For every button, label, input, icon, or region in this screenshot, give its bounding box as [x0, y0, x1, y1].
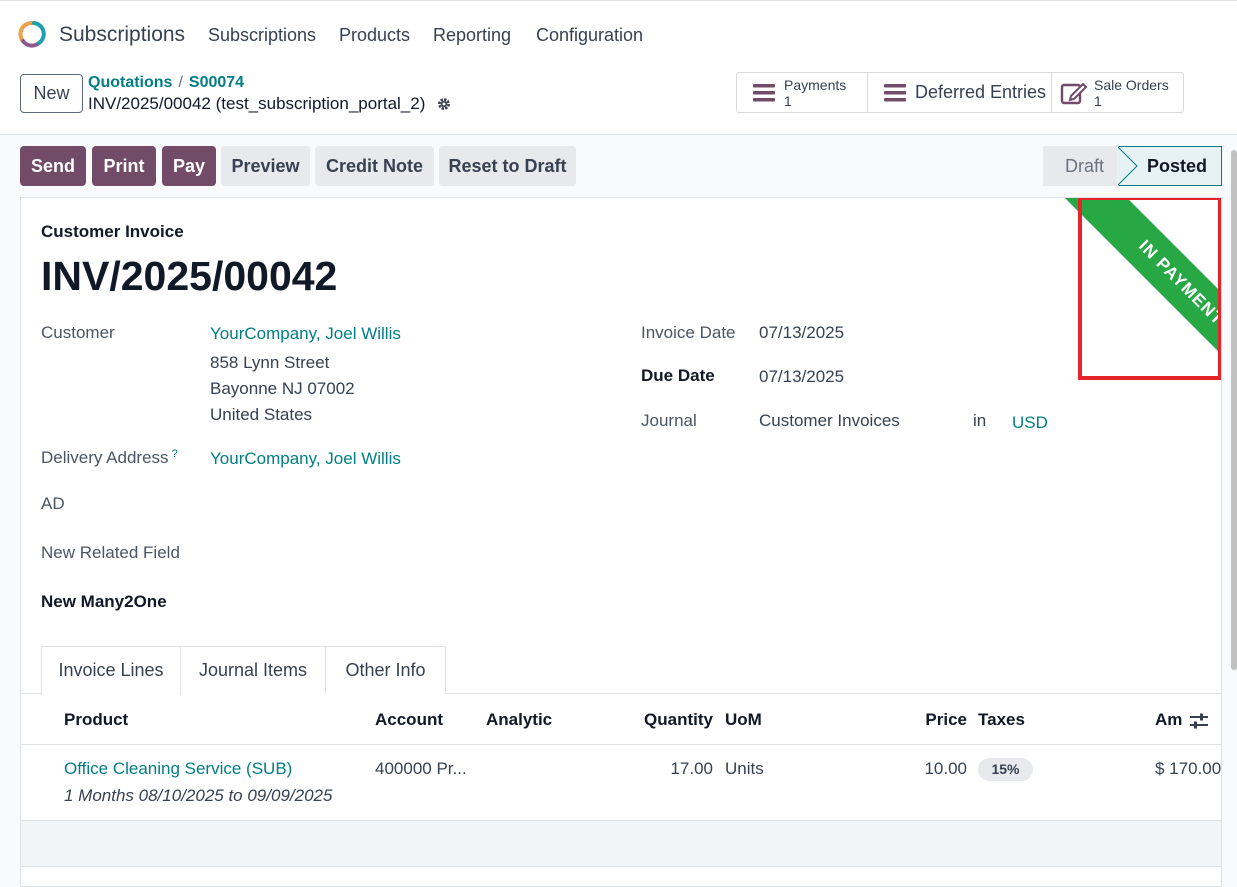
customer-street: 858 Lynn Street	[210, 353, 330, 372]
preview-button[interactable]: Preview	[221, 146, 310, 186]
invoice-date-value[interactable]: 07/13/2025	[759, 323, 844, 343]
due-date-value[interactable]: 07/13/2025	[759, 367, 844, 387]
scrollbar-thumb[interactable]	[1231, 150, 1237, 670]
delivery-address-link[interactable]: YourCompany, Joel Willis	[210, 449, 401, 469]
gear-icon[interactable]	[436, 96, 452, 112]
smart-buttons: Payments 1 Deferred Entries Sale Orders …	[736, 72, 1184, 113]
customer-country: United States	[210, 405, 313, 424]
line-description: 1 Months 08/10/2025 to 09/09/2025	[64, 786, 333, 805]
menu-configuration[interactable]: Configuration	[536, 25, 643, 46]
column-account[interactable]: Account	[375, 710, 443, 730]
tab-invoice-lines[interactable]: Invoice Lines	[41, 646, 181, 695]
currency-link[interactable]: USD	[1012, 413, 1048, 433]
edit-document-icon	[1060, 82, 1088, 105]
payments-count: 1	[784, 93, 792, 109]
table-footer-divider	[21, 866, 1221, 867]
column-amount[interactable]: Am	[1155, 710, 1182, 730]
help-tooltip-icon[interactable]: ?	[172, 448, 178, 460]
customer-link[interactable]: YourCompany, Joel Willis	[210, 324, 401, 344]
deferred-entries-label: Deferred Entries	[915, 82, 1047, 102]
menu-reporting[interactable]: Reporting	[433, 25, 511, 46]
print-button[interactable]: Print	[92, 146, 156, 186]
list-icon	[753, 84, 775, 102]
deferred-entries-smart-button[interactable]: Deferred Entries	[868, 73, 1052, 112]
column-uom[interactable]: UoM	[725, 710, 762, 730]
column-analytic[interactable]: Analytic	[486, 710, 552, 730]
status-bar: Draft Posted	[1043, 146, 1222, 186]
optional-columns-icon[interactable]	[1189, 712, 1209, 730]
record-title-text: INV/2025/00042 (test_subscription_portal…	[88, 94, 426, 113]
line-uom: Units	[725, 759, 764, 778]
pay-button[interactable]: Pay	[162, 146, 216, 186]
top-navbar: Subscriptions Subscriptions Products Rep…	[0, 0, 1237, 66]
breadcrumb-separator: /	[178, 74, 183, 91]
invoice-date-label: Invoice Date	[641, 323, 736, 342]
new-many2one-label: New Many2One	[41, 592, 167, 611]
due-date-label: Due Date	[641, 366, 715, 385]
form-sheet: IN PAYMENT Customer Invoice INV/2025/000…	[20, 197, 1222, 887]
send-button[interactable]: Send	[20, 146, 86, 186]
line-product[interactable]: Office Cleaning Service (SUB)	[64, 759, 292, 779]
tax-badge: 15%	[978, 758, 1033, 781]
line-amount: $ 170.00	[1155, 759, 1222, 778]
sale-orders-smart-button[interactable]: Sale Orders 1	[1052, 73, 1183, 112]
column-quantity[interactable]: Quantity	[621, 710, 713, 730]
document-number: INV/2025/00042	[41, 253, 338, 299]
payments-label: Payments	[784, 77, 847, 93]
payments-smart-button[interactable]: Payments 1	[737, 73, 868, 112]
menu-products[interactable]: Products	[339, 25, 410, 46]
delivery-address-label: Delivery Address?	[41, 448, 178, 468]
app-name[interactable]: Subscriptions	[59, 23, 185, 47]
journal-label: Journal	[641, 411, 697, 430]
currency-in-label: in	[973, 411, 987, 430]
list-icon	[884, 84, 906, 102]
customer-label: Customer	[41, 323, 115, 342]
new-button[interactable]: New	[20, 74, 83, 113]
new-related-field-label: New Related Field	[41, 543, 180, 562]
ad-label: AD	[41, 494, 65, 513]
journal-value[interactable]: Customer Invoices	[759, 411, 900, 431]
table-header-divider	[21, 744, 1221, 745]
line-price: 10.00	[924, 759, 967, 778]
line-quantity: 17.00	[670, 759, 713, 778]
record-title: INV/2025/00042 (test_subscription_portal…	[88, 94, 452, 114]
document-type: Customer Invoice	[41, 222, 184, 241]
status-arrow-divider	[1117, 146, 1138, 186]
column-taxes[interactable]: Taxes	[978, 710, 1025, 730]
delivery-address-label-text: Delivery Address	[41, 448, 169, 467]
tab-other-info[interactable]: Other Info	[325, 646, 446, 694]
line-account: 400000 Pr...	[375, 759, 467, 778]
breadcrumb: Quotations / S00074	[88, 74, 244, 92]
credit-note-button[interactable]: Credit Note	[315, 146, 434, 186]
breadcrumb-quotations[interactable]: Quotations	[88, 74, 172, 91]
tab-journal-items[interactable]: Journal Items	[181, 646, 326, 694]
subscriptions-app-icon[interactable]	[18, 20, 46, 48]
column-price[interactable]: Price	[901, 710, 967, 730]
customer-city: Bayonne NJ 07002	[210, 379, 355, 398]
add-line-row[interactable]	[21, 821, 1221, 866]
column-product[interactable]: Product	[64, 710, 128, 730]
breadcrumb-order[interactable]: S00074	[189, 74, 244, 91]
reset-to-draft-button[interactable]: Reset to Draft	[439, 146, 576, 186]
menu-subscriptions[interactable]: Subscriptions	[208, 25, 316, 46]
control-panel: New Quotations / S00074 INV/2025/00042 (te…	[0, 66, 1237, 135]
sale-orders-count: 1	[1094, 93, 1102, 109]
sale-orders-label: Sale Orders	[1094, 77, 1169, 93]
highlight-box	[1078, 198, 1221, 380]
